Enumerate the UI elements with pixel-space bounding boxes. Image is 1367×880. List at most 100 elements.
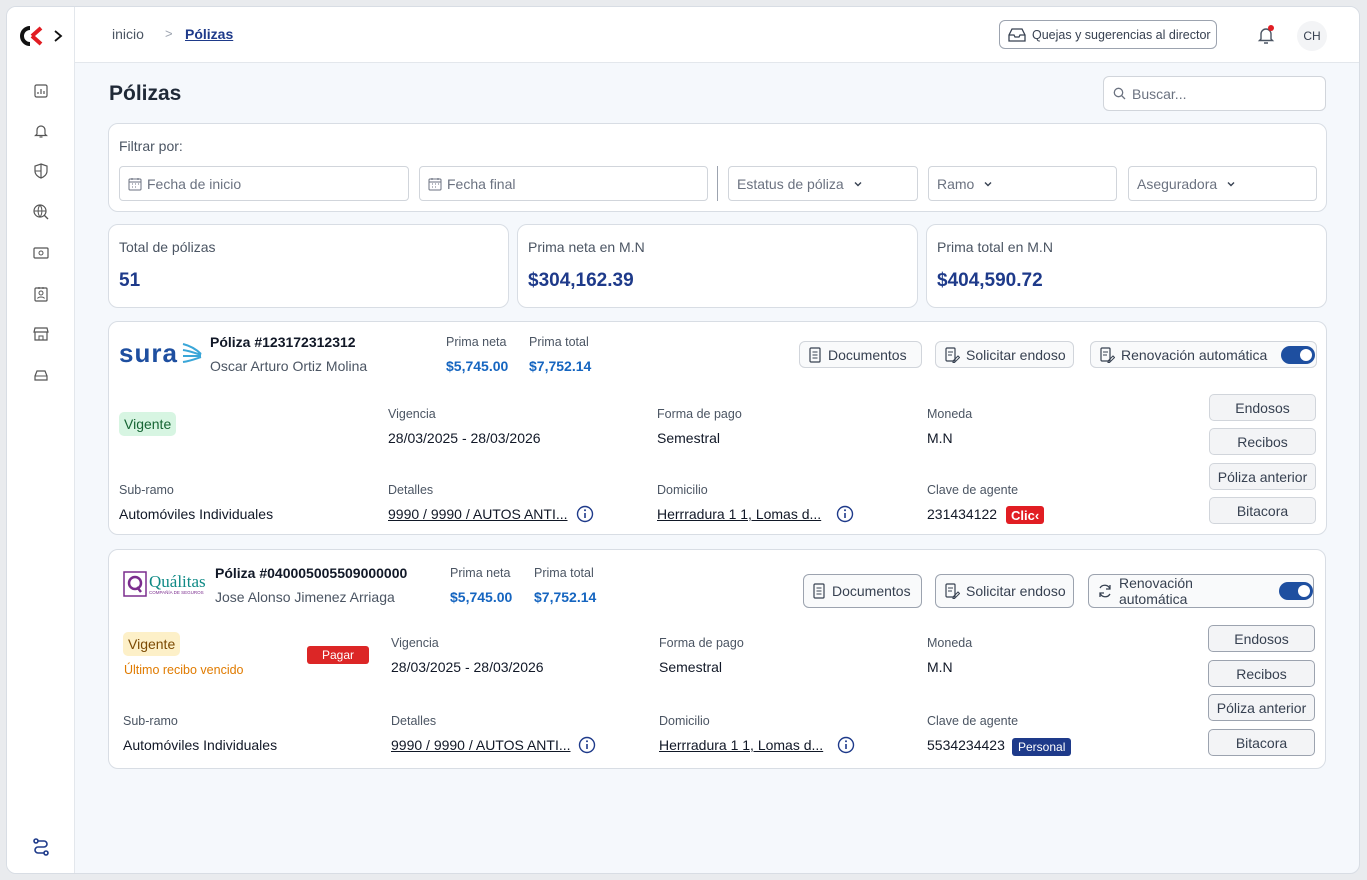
- bell-icon[interactable]: [29, 119, 53, 143]
- start-date-field[interactable]: Fecha de inicio: [119, 166, 409, 201]
- shield-icon[interactable]: [29, 159, 53, 183]
- search-input[interactable]: Buscar...: [1103, 76, 1326, 111]
- stat-card-net-premium: Prima neta en M.N $304,162.39: [517, 224, 918, 308]
- document-icon: [809, 346, 821, 363]
- documents-label: Documentos: [832, 583, 911, 599]
- policy-holder: Jose Alonso Jimenez Arriaga: [215, 589, 395, 605]
- previous-policy-button[interactable]: Póliza anterior: [1208, 694, 1315, 721]
- policy-card: sura Póliza #123172312312 Oscar Arturo O…: [108, 321, 1327, 535]
- vigencia-value: 28/03/2025 - 28/03/2026: [388, 430, 541, 446]
- stat-value: $404,590.72: [937, 270, 1043, 291]
- breadcrumb-separator: >: [165, 26, 173, 41]
- prima-total-label: Prima total: [534, 566, 594, 580]
- stat-value: $304,162.39: [528, 270, 634, 291]
- previous-policy-button[interactable]: Póliza anterior: [1209, 463, 1316, 490]
- money-icon[interactable]: [29, 241, 53, 265]
- stat-label: Prima neta en M.N: [528, 239, 645, 255]
- branch-select[interactable]: Ramo: [928, 166, 1117, 201]
- info-icon[interactable]: [578, 736, 596, 754]
- complaints-button[interactable]: Quejas y sugerencias al director: [999, 20, 1217, 49]
- info-icon[interactable]: [836, 505, 854, 523]
- notifications-bell-icon[interactable]: [1255, 24, 1277, 46]
- search-icon: [1113, 87, 1126, 100]
- sura-wave-icon: [182, 342, 202, 363]
- breadcrumb-current[interactable]: Pólizas: [185, 26, 233, 42]
- status-select-label: Estatus de póliza: [737, 175, 844, 192]
- end-date-field[interactable]: Fecha final: [419, 166, 708, 201]
- detalles-link[interactable]: 9990 / 9990 / AUTOS ANTI...: [391, 737, 571, 753]
- clave-agente-value: 5534234423: [927, 737, 1005, 753]
- insurer-select[interactable]: Aseguradora: [1128, 166, 1317, 201]
- detalles-link[interactable]: 9990 / 9990 / AUTOS ANTI...: [388, 506, 568, 522]
- chevron-right-icon[interactable]: [51, 29, 65, 43]
- prima-total-value: $7,752.14: [534, 589, 597, 605]
- auto-renewal-toggle[interactable]: [1281, 345, 1316, 364]
- app-window: inicio > Pólizas Quejas y sugerencias al…: [6, 6, 1360, 874]
- breadcrumb-home[interactable]: inicio: [112, 26, 144, 42]
- stat-card-total: Total de pólizas 51: [108, 224, 509, 308]
- car-icon[interactable]: [29, 363, 53, 387]
- info-icon[interactable]: [837, 736, 855, 754]
- prima-neta-value: $5,745.00: [446, 358, 509, 374]
- forma-pago-value: Semestral: [657, 430, 721, 446]
- filters-panel: Filtrar por: Fecha de inicio Fecha final…: [108, 123, 1327, 212]
- moneda-value: M.N: [927, 430, 953, 446]
- status-select[interactable]: Estatus de póliza: [728, 166, 918, 201]
- end-date-placeholder: Fecha final: [447, 175, 516, 192]
- prima-neta-label: Prima neta: [446, 335, 507, 349]
- pay-button[interactable]: Pagar: [307, 646, 369, 664]
- overdue-note: Último recibo vencido: [124, 663, 244, 677]
- moneda-value: M.N: [927, 659, 953, 675]
- forma-pago-label: Forma de pago: [657, 407, 742, 421]
- documents-button[interactable]: Documentos: [803, 574, 922, 608]
- qualitas-q-icon: [123, 571, 147, 597]
- recibos-button[interactable]: Recibos: [1208, 660, 1315, 687]
- policy-number[interactable]: Póliza #040005005509000000: [215, 565, 407, 581]
- request-endorsement-label: Solicitar endoso: [966, 583, 1066, 599]
- insurer-select-label: Aseguradora: [1137, 175, 1218, 192]
- forma-pago-label: Forma de pago: [659, 636, 744, 650]
- top-bar: inicio > Pólizas Quejas y sugerencias al…: [75, 7, 1359, 63]
- stat-card-total-premium: Prima total en M.N $404,590.72: [926, 224, 1327, 308]
- endosos-button[interactable]: Endosos: [1209, 394, 1316, 421]
- domicilio-link[interactable]: Herrradura 1 1, Lomas d...: [657, 506, 821, 522]
- ck-logo-icon: [20, 26, 43, 46]
- user-avatar[interactable]: CH: [1297, 21, 1327, 51]
- contact-card-icon[interactable]: [29, 282, 53, 306]
- vigencia-value: 28/03/2025 - 28/03/2026: [391, 659, 544, 675]
- stat-value: 51: [119, 270, 141, 291]
- endosos-button[interactable]: Endosos: [1208, 625, 1315, 652]
- log-button[interactable]: Bitacora: [1209, 497, 1316, 524]
- auto-renewal-control[interactable]: Renovación automática: [1090, 341, 1317, 368]
- edit-document-icon: [945, 583, 960, 599]
- documents-button[interactable]: Documentos: [799, 341, 922, 368]
- request-endorsement-button[interactable]: Solicitar endoso: [935, 341, 1074, 368]
- recibos-button[interactable]: Recibos: [1209, 428, 1316, 455]
- policy-card: Quálitas COMPAÑÍA DE SEGUROS Póliza #040…: [108, 549, 1326, 769]
- domicilio-label: Domicilio: [659, 714, 710, 728]
- clave-agente-value: 231434122: [927, 506, 998, 522]
- sub-ramo-label: Sub-ramo: [119, 483, 174, 497]
- request-endorsement-button[interactable]: Solicitar endoso: [935, 574, 1074, 608]
- clave-agente-label: Clave de agente: [927, 714, 1019, 728]
- domicilio-label: Domicilio: [657, 483, 708, 497]
- auto-renewal-toggle[interactable]: [1279, 582, 1313, 600]
- store-icon[interactable]: [29, 322, 53, 346]
- branch-select-label: Ramo: [937, 175, 975, 192]
- brand-logo[interactable]: [17, 23, 67, 49]
- inbox-icon: [1008, 27, 1026, 42]
- forma-pago-value: Semestral: [659, 659, 723, 675]
- policy-holder: Oscar Arturo Ortiz Molina: [210, 358, 368, 374]
- log-button[interactable]: Bitacora: [1208, 729, 1315, 756]
- prima-total-label: Prima total: [529, 335, 589, 349]
- sura-logo-text: sura: [119, 338, 178, 368]
- agent-tag-click: Clic‹: [1006, 506, 1045, 524]
- info-icon[interactable]: [576, 505, 594, 523]
- policy-number[interactable]: Póliza #123172312312: [210, 334, 356, 350]
- globe-icon[interactable]: [29, 200, 53, 224]
- page-title: Pólizas: [109, 82, 182, 105]
- dashboard-icon[interactable]: [29, 79, 53, 103]
- domicilio-link[interactable]: Herrradura 1 1, Lomas d...: [659, 737, 823, 753]
- route-icon[interactable]: [29, 835, 53, 859]
- auto-renewal-control[interactable]: Renovación automática: [1088, 574, 1314, 608]
